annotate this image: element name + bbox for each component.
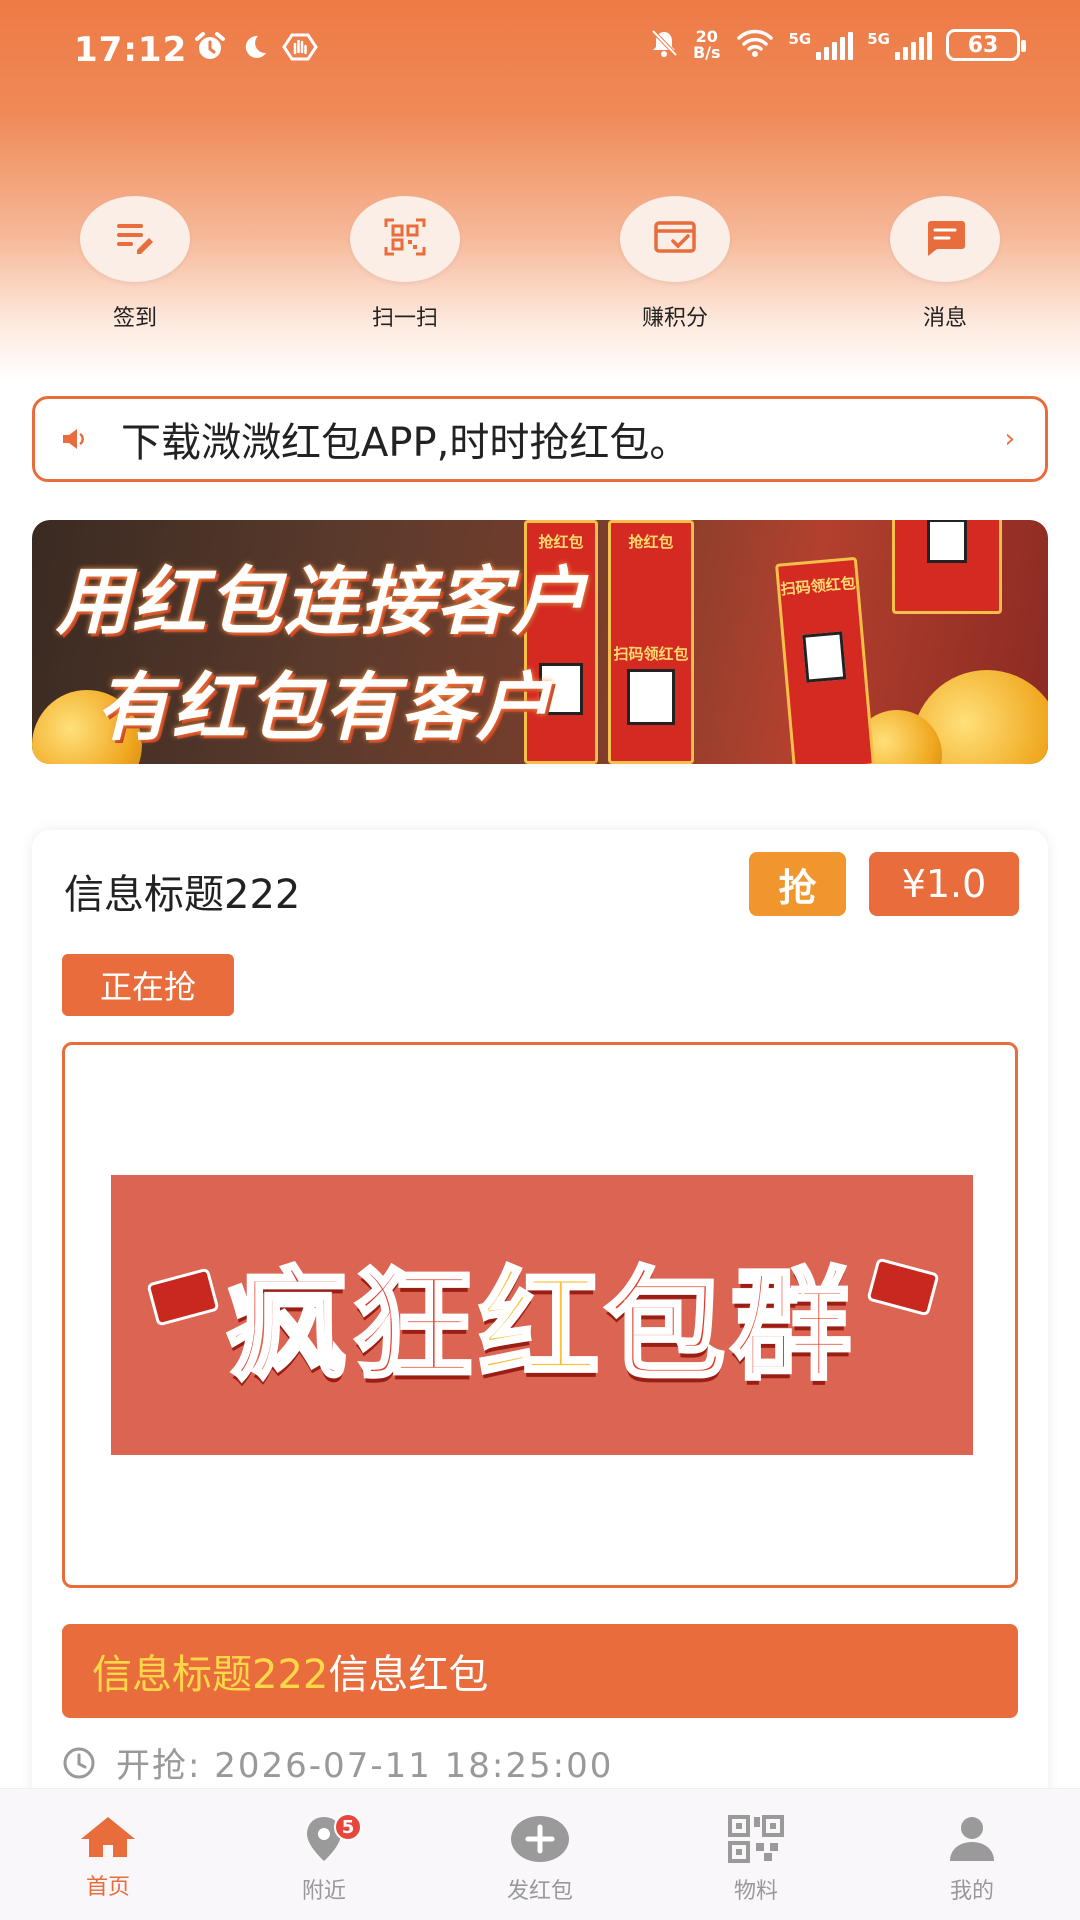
messages-button[interactable]: [890, 196, 1000, 282]
signal-1-label: 5G: [788, 30, 812, 48]
message-icon: [923, 217, 967, 261]
earn-points-button[interactable]: [620, 196, 730, 282]
quick-action-label: 扫一扫: [371, 306, 438, 331]
promo-banner[interactable]: 抢红包 抢红包 扫码领红包 扫码领红包 用红包连接客户 有红包有客户: [32, 520, 1048, 764]
price-badge: ¥1.0: [869, 852, 1019, 916]
banner-headline: 用红包连接客户: [56, 559, 588, 645]
status-left-icons: [194, 32, 318, 66]
tab-home[interactable]: 首页: [0, 1789, 216, 1920]
battery-indicator: 63: [946, 29, 1026, 61]
notice-bar[interactable]: 下载溦溦红包APP,时时抢红包。 ›: [32, 396, 1048, 482]
checkin-button[interactable]: [80, 196, 190, 282]
clock-icon: [62, 1746, 96, 1780]
quick-action-label: 消息: [922, 306, 967, 331]
qr-code-icon: [627, 669, 675, 725]
tab-label: 发红包: [506, 1879, 573, 1904]
notice-text: 下载溦溦红包APP,时时抢红包。: [121, 420, 690, 466]
notification-badge: 5: [334, 1813, 362, 1841]
home-icon: [79, 1815, 137, 1863]
signal-2-label: 5G: [867, 30, 890, 48]
description-title: 信息标题222: [92, 1652, 329, 1698]
status-right-icons: 20 B/s 5G 5G 63: [649, 28, 1026, 62]
status-time: 17:12: [74, 30, 188, 70]
promo-text: 疯狂红包群: [225, 1228, 857, 1402]
tab-nearby[interactable]: 5 附近: [216, 1789, 432, 1920]
alarm-icon: [194, 32, 226, 66]
chevron-right-icon: ›: [1004, 424, 1015, 454]
wifi-icon: [735, 28, 775, 62]
quick-action-label: 赚积分: [641, 306, 708, 331]
banner-poster: 扫码领红包: [775, 556, 875, 764]
mute-icon: [649, 28, 679, 62]
speaker-icon: [61, 427, 89, 451]
quick-action-scan[interactable]: 扫一扫: [270, 196, 540, 332]
promo-text-part: 疯狂: [225, 1255, 479, 1398]
card-title: 信息标题222: [64, 872, 301, 918]
red-packet-card[interactable]: 信息标题222 抢 ¥1.0 正在抢 疯狂红包群 信息标题222 信息红包 开抢…: [32, 830, 1048, 1920]
tab-label: 附近: [301, 1879, 346, 1904]
start-time-text: 开抢: 2026-07-11 18:25:00: [116, 1746, 614, 1786]
signal-1: 5G: [789, 30, 854, 60]
banner-poster-text: 扫码领红包: [613, 645, 689, 663]
banner-poster-text: 抢红包: [628, 533, 674, 551]
card-image-frame[interactable]: 疯狂红包群: [62, 1042, 1018, 1588]
status-badge: 正在抢: [62, 954, 234, 1016]
hand-icon: [282, 32, 318, 66]
quick-action-label: 签到: [112, 306, 157, 331]
tab-profile[interactable]: 我的: [864, 1789, 1080, 1920]
qr-code-icon: [927, 520, 967, 563]
tab-label: 物料: [733, 1879, 778, 1904]
net-speed-unit: B/s: [692, 43, 721, 62]
description-bar: 信息标题222 信息红包: [62, 1624, 1018, 1718]
quick-action-messages[interactable]: 消息: [810, 196, 1080, 332]
envelope-decoration: [866, 1257, 940, 1317]
tab-label: 我的: [949, 1879, 994, 1904]
promo-text-part: 包群: [603, 1255, 857, 1398]
user-icon: [946, 1815, 998, 1867]
description-suffix: 信息红包: [328, 1652, 489, 1698]
tab-materials[interactable]: 物料: [648, 1789, 864, 1920]
points-card-icon: [653, 217, 697, 261]
net-speed: 20 B/s: [693, 29, 721, 61]
status-bar: 17:12 20 B/s 5G 5G 63: [0, 0, 1080, 104]
plus-circle-icon: [510, 1815, 570, 1867]
promo-image: 疯狂红包群: [111, 1175, 973, 1455]
banner-poster: 抢红包 扫码领红包: [608, 520, 694, 764]
quick-action-checkin[interactable]: 签到: [0, 196, 270, 332]
start-time-row: 开抢: 2026-07-11 18:25:00: [62, 1738, 613, 1787]
qr-code-icon: [726, 1815, 786, 1867]
promo-text-part: 红: [477, 1255, 605, 1398]
qr-code-icon: [802, 631, 847, 683]
banner-poster: [892, 520, 1002, 614]
bottom-tab-bar: 首页 5 附近 发红包 物料 我的: [0, 1788, 1080, 1920]
qr-scan-icon: [383, 217, 427, 261]
tab-send-red-packet[interactable]: 发红包: [432, 1789, 648, 1920]
quick-actions: 签到 扫一扫 赚积分 消息: [0, 196, 1080, 332]
signal-2: 5G: [867, 30, 932, 60]
tab-label: 首页: [85, 1875, 130, 1900]
envelope-decoration: [146, 1267, 220, 1327]
banner-poster-text: 扫码领红包: [779, 574, 857, 599]
grab-button[interactable]: 抢: [749, 852, 846, 916]
banner-subheadline: 有红包有客户: [96, 665, 552, 751]
quick-action-earn-points[interactable]: 赚积分: [540, 196, 810, 332]
scan-button[interactable]: [350, 196, 460, 282]
edit-note-icon: [113, 217, 157, 261]
moon-icon: [240, 33, 268, 65]
